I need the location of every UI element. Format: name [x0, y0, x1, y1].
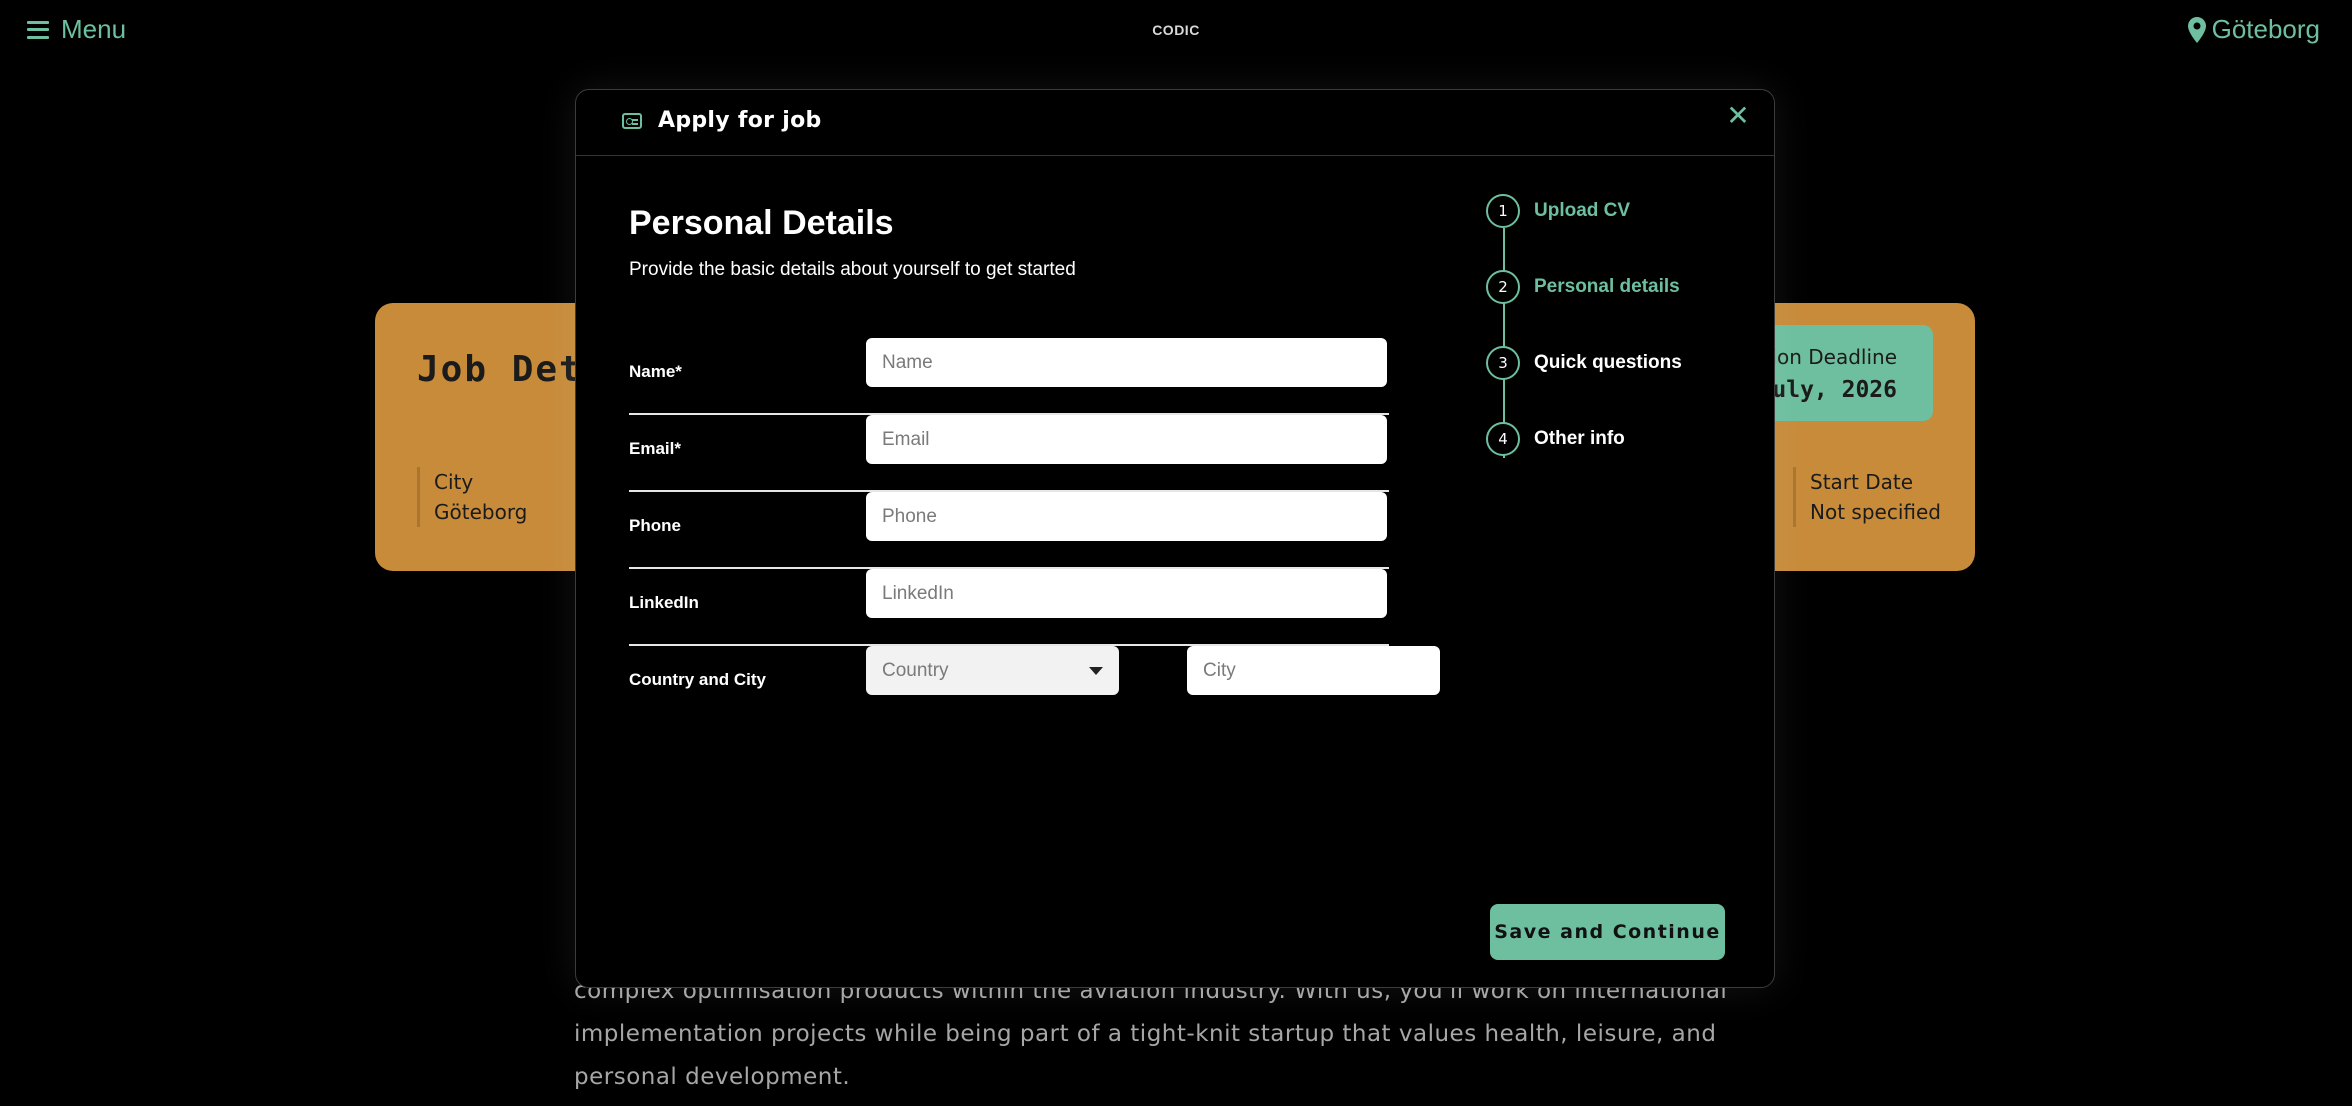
location-label: Göteborg	[2211, 14, 2320, 44]
brand-logo[interactable]: CODIC	[0, 22, 2352, 38]
country-select[interactable]: Country	[866, 646, 1119, 695]
step-personal-details[interactable]: 2 Personal details	[1486, 270, 1680, 304]
phone-input[interactable]	[866, 492, 1387, 541]
step-number: 2	[1486, 270, 1520, 304]
job-start-date: Start Date Not specified	[1793, 467, 1941, 527]
email-label: Email*	[629, 439, 681, 458]
linkedin-input[interactable]	[866, 569, 1387, 618]
city-input[interactable]	[1187, 646, 1440, 695]
start-date-value: Not specified	[1810, 500, 1941, 524]
top-bar: Menu CODIC Göteborg	[0, 0, 2352, 60]
name-input[interactable]	[866, 338, 1387, 387]
step-number: 3	[1486, 346, 1520, 380]
country-placeholder: Country	[882, 659, 949, 681]
step-label: Upload CV	[1534, 200, 1631, 221]
modal-title-text: Apply for job	[658, 108, 822, 133]
email-row: Email*	[629, 415, 1389, 492]
job-city: City Göteborg	[417, 467, 527, 527]
progress-stepper: 1 Upload CV 2 Personal details 3 Quick q…	[1486, 194, 1746, 504]
modal-title: Apply for job	[622, 108, 822, 133]
step-upload-cv[interactable]: 1 Upload CV	[1486, 194, 1630, 228]
country-city-label: Country and City	[629, 670, 766, 689]
name-label: Name*	[629, 362, 682, 381]
section-subtitle: Provide the basic details about yourself…	[629, 259, 1076, 280]
step-quick-questions[interactable]: 3 Quick questions	[1486, 346, 1682, 380]
name-row: Name*	[629, 338, 1389, 415]
save-and-continue-button[interactable]: Save and Continue	[1490, 904, 1725, 960]
step-number: 1	[1486, 194, 1520, 228]
email-input[interactable]	[866, 415, 1387, 464]
location-button[interactable]: Göteborg	[2187, 14, 2320, 45]
location-row: Country and City Country	[629, 646, 1440, 723]
city-label: City	[434, 470, 474, 494]
step-number: 4	[1486, 422, 1520, 456]
step-label: Personal details	[1534, 276, 1680, 297]
apply-modal: Apply for job ✕ Personal Details Provide…	[575, 89, 1775, 988]
map-pin-icon	[2187, 16, 2206, 43]
id-card-icon	[622, 112, 642, 129]
job-description: complex optimisation products within the…	[574, 978, 1728, 1090]
section-title: Personal Details	[629, 204, 894, 242]
close-icon[interactable]: ✕	[1726, 102, 1750, 130]
linkedin-label: LinkedIn	[629, 593, 699, 612]
phone-row: Phone	[629, 492, 1389, 569]
step-label: Quick questions	[1534, 352, 1682, 373]
phone-label: Phone	[629, 516, 681, 535]
step-other-info[interactable]: 4 Other info	[1486, 422, 1625, 456]
linkedin-row: LinkedIn	[629, 569, 1389, 646]
caret-down-icon	[1089, 666, 1103, 675]
step-label: Other info	[1534, 428, 1625, 449]
city-value: Göteborg	[434, 500, 528, 524]
modal-header: Apply for job ✕	[576, 90, 1774, 156]
start-date-label: Start Date	[1810, 470, 1914, 494]
